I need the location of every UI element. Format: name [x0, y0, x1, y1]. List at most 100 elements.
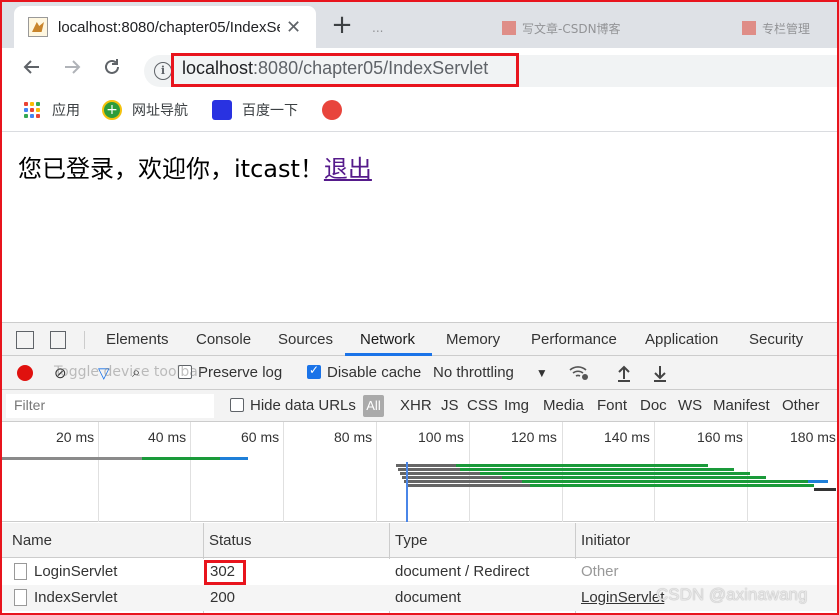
tomcat-favicon-icon — [28, 17, 48, 37]
bookmark-baidu[interactable]: 百度一下 — [212, 100, 298, 120]
tab-performance[interactable]: Performance — [531, 331, 617, 348]
hide-data-urls-checkbox[interactable]: Hide data URLs — [230, 397, 356, 414]
filter-type-ws[interactable]: WS — [678, 397, 702, 414]
tab-network[interactable]: Network — [360, 331, 415, 348]
upload-icon — [618, 365, 630, 382]
filter-type-img[interactable]: Img — [504, 397, 529, 414]
col-name[interactable]: Name — [12, 532, 52, 549]
logout-link[interactable]: 退出 — [324, 155, 372, 183]
tick-label: 20 ms — [56, 429, 95, 445]
url-highlight-box — [171, 53, 519, 87]
plus-circle-icon: + — [102, 100, 122, 120]
checkbox-box — [230, 398, 244, 412]
filter-type-doc[interactable]: Doc — [640, 397, 667, 414]
tick-label: 140 ms — [604, 429, 650, 445]
import-har-icon[interactable] — [616, 364, 632, 386]
timing-bar — [808, 480, 828, 483]
background-tab[interactable]: 写文章-CSDN博客 — [502, 14, 621, 42]
tab-memory[interactable]: Memory — [446, 331, 500, 348]
filter-all-button[interactable]: All — [363, 395, 384, 417]
grid-line — [190, 422, 191, 522]
csdn-favicon-icon — [502, 21, 516, 35]
tick-label: 80 ms — [334, 429, 373, 445]
tab-sources[interactable]: Sources — [278, 331, 333, 348]
back-arrow-icon — [23, 60, 39, 74]
forward-button[interactable] — [58, 56, 86, 84]
watermark: CSDN @axinawang — [656, 585, 808, 604]
welcome-text: 您已登录，欢迎你，itcast！ — [18, 155, 324, 183]
background-tab[interactable]: 专栏管理 — [742, 14, 810, 42]
tick-label: 180 ms — [790, 429, 836, 445]
timing-bar — [456, 464, 708, 467]
tab-console[interactable]: Console — [196, 331, 251, 348]
back-button[interactable] — [18, 56, 46, 84]
record-icon[interactable] — [17, 365, 33, 381]
filter-type-other[interactable]: Other — [782, 397, 820, 414]
col-type[interactable]: Type — [395, 532, 428, 549]
filter-input[interactable]: Filter — [6, 394, 214, 418]
browser-tab-active[interactable]: localhost:8080/chapter05/IndexServlet ✕ — [14, 6, 316, 48]
timing-bar — [202, 457, 220, 460]
filter-type-js[interactable]: JS — [441, 397, 459, 414]
bookmark-label: 网址导航 — [132, 103, 188, 119]
col-status[interactable]: Status — [209, 532, 252, 549]
request-initiator-link[interactable]: LoginServlet — [581, 589, 664, 606]
devtools-tab-bar: Elements Console Sources Network Memory … — [2, 322, 837, 356]
filter-type-css[interactable]: CSS — [467, 397, 498, 414]
reload-button[interactable] — [98, 56, 126, 84]
bookmark-gift[interactable] — [322, 100, 352, 120]
inspect-element-icon[interactable] — [16, 331, 34, 349]
network-conditions-icon[interactable] — [568, 364, 590, 386]
tab-application[interactable]: Application — [645, 331, 718, 348]
tooltip-ghost: Toggle device toolbar — [54, 364, 204, 380]
toolbar-divider — [84, 331, 85, 349]
tab-elements[interactable]: Elements — [106, 331, 169, 348]
reload-icon — [105, 59, 119, 74]
hide-data-urls-label: Hide data URLs — [250, 397, 356, 414]
network-overview[interactable]: 20 ms 40 ms 60 ms 80 ms 100 ms 120 ms 14… — [2, 422, 837, 522]
site-info-icon[interactable]: i — [154, 62, 172, 80]
device-toolbar-icon[interactable] — [50, 331, 66, 349]
chevron-down-icon: ▼ — [535, 366, 548, 380]
timing-bar — [522, 480, 808, 483]
bookmark-apps[interactable]: 应用 — [24, 100, 80, 120]
timing-bar — [400, 472, 480, 475]
timing-bar — [220, 457, 248, 460]
grid-line — [283, 422, 284, 522]
timing-bar — [814, 488, 836, 491]
bookmark-nav[interactable]: + 网址导航 — [102, 100, 188, 120]
welcome-message: 您已登录，欢迎你，itcast！退出 — [18, 149, 372, 184]
throttling-select[interactable]: No throttling ▼ — [433, 364, 548, 381]
filter-type-xhr[interactable]: XHR — [400, 397, 432, 414]
filter-type-manifest[interactable]: Manifest — [713, 397, 770, 414]
export-har-icon[interactable] — [652, 364, 668, 386]
timing-bar — [396, 464, 456, 467]
close-icon[interactable]: ✕ — [286, 17, 301, 38]
dom-content-loaded-marker — [406, 462, 408, 522]
tab-security[interactable]: Security — [749, 331, 803, 348]
col-initiator[interactable]: Initiator — [581, 532, 630, 549]
timing-bar — [404, 480, 522, 483]
request-status: 200 — [210, 589, 236, 606]
table-row[interactable]: LoginServlet 302 document / Redirect Oth… — [2, 559, 837, 585]
request-name-text: LoginServlet — [34, 563, 118, 580]
tick-label: 40 ms — [148, 429, 187, 445]
timing-bar — [402, 476, 502, 479]
filter-type-media[interactable]: Media — [543, 397, 584, 414]
tick-label: 120 ms — [511, 429, 557, 445]
filter-type-font[interactable]: Font — [597, 397, 627, 414]
disable-cache-checkbox[interactable]: Disable cache — [307, 363, 422, 381]
request-name-text: IndexServlet — [34, 589, 118, 606]
bookmark-label: 百度一下 — [242, 103, 298, 119]
disable-cache-label: Disable cache — [327, 364, 422, 381]
tab-title: localhost:8080/chapter05/IndexServlet — [58, 18, 280, 36]
requests-header: Name Status Type Initiator — [2, 523, 837, 558]
bookmarks-bar: 应用 + 网址导航 百度一下 — [2, 92, 837, 132]
grid-line — [376, 422, 377, 522]
tick-label: 60 ms — [241, 429, 280, 445]
timing-bar — [406, 484, 530, 487]
request-type: document — [395, 589, 461, 606]
request-name: LoginServlet — [14, 563, 117, 580]
new-tab-button[interactable]: + — [325, 11, 359, 41]
background-tab[interactable]: ... — [372, 14, 383, 42]
